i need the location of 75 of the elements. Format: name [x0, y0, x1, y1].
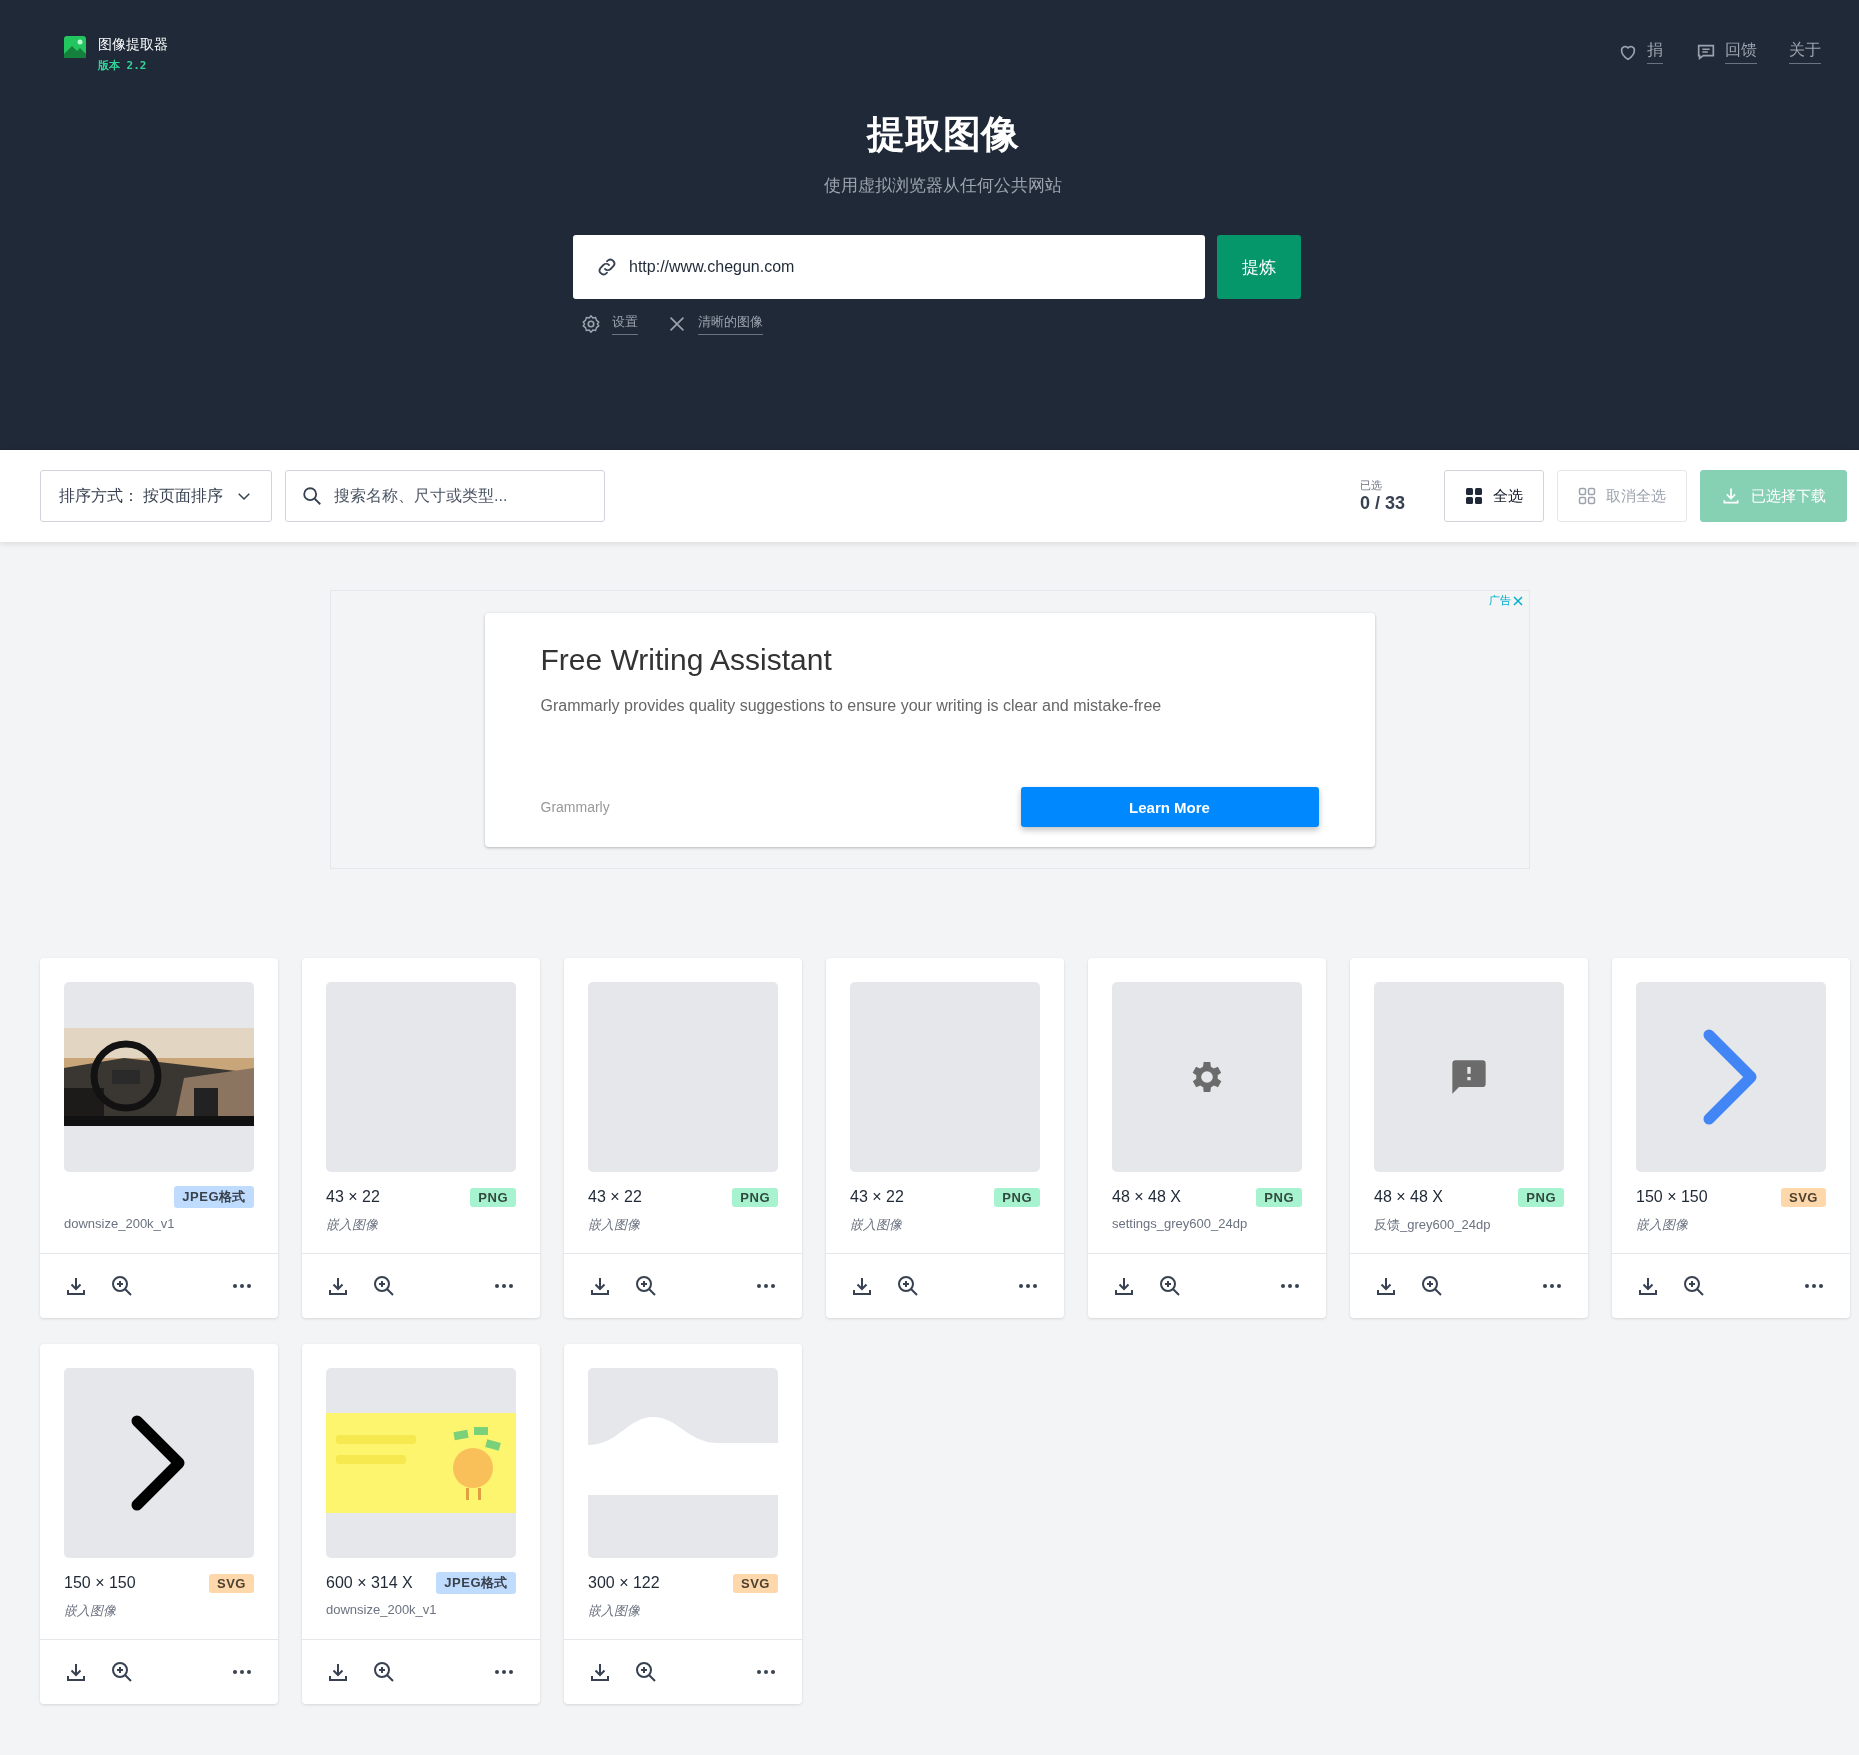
format-badge: JPEG格式	[436, 1572, 516, 1594]
zoom-in-icon[interactable]	[634, 1660, 658, 1684]
zoom-in-icon[interactable]	[1158, 1274, 1182, 1298]
format-badge: SVG	[1781, 1187, 1826, 1207]
sort-dropdown[interactable]: 排序方式： 按页面排序	[40, 470, 272, 522]
format-badge: PNG	[1518, 1187, 1564, 1207]
image-card[interactable]: 43 × 22 PNG 嵌入图像	[826, 958, 1064, 1318]
image-name: 反馈_grey600_24dp	[1374, 1216, 1492, 1234]
image-card[interactable]: 43 × 22 PNG 嵌入图像	[302, 958, 540, 1318]
page-title: 提取图像	[866, 112, 1019, 157]
image-name: downsize_200k_v1	[64, 1216, 176, 1231]
select-all-button[interactable]: 全选	[1444, 470, 1544, 522]
image-name: 嵌入图像	[64, 1602, 117, 1620]
format-badge: PNG	[994, 1187, 1040, 1207]
format-badge: JPEG格式	[174, 1186, 254, 1208]
format-badge: SVG	[209, 1573, 254, 1593]
app-name: 图像提取器	[98, 36, 168, 54]
image-dimensions: 150 × 150	[64, 1574, 136, 1592]
image-dimensions: 600 × 314 X	[326, 1574, 413, 1592]
learn-more-button[interactable]: Learn More	[1020, 787, 1319, 827]
image-card[interactable]: 43 × 22 PNG 嵌入图像	[564, 958, 802, 1318]
format-badge: PNG	[1256, 1187, 1302, 1207]
grid-icon	[1465, 487, 1483, 505]
zoom-in-icon[interactable]	[1420, 1274, 1444, 1298]
image-dimensions: 150 × 150	[1636, 1188, 1708, 1206]
zoom-in-icon[interactable]	[110, 1274, 134, 1298]
zoom-in-icon[interactable]	[110, 1660, 134, 1684]
format-badge: PNG	[732, 1187, 778, 1207]
nav-link[interactable]: 捐	[1647, 40, 1663, 64]
selected-count: 0 / 33	[1359, 493, 1405, 514]
image-card[interactable]: 48 × 48 X PNG 反馈_grey600_24dp	[1350, 958, 1588, 1318]
image-card[interactable]: 300 × 122 SVG 嵌入图像	[564, 1344, 802, 1704]
format-badge: SVG	[733, 1573, 778, 1593]
nav-link[interactable]: 回馈	[1725, 40, 1757, 64]
url-field[interactable]: http://www.chegun.com	[573, 235, 1205, 299]
image-card[interactable]: 150 × 150 SVG 嵌入图像	[1612, 958, 1850, 1318]
option-link[interactable]: 清晰的图像	[697, 313, 763, 335]
image-name: 嵌入图像	[588, 1216, 641, 1234]
image-card[interactable]: JPEG格式 downsize_200k_v1	[40, 958, 278, 1318]
image-card[interactable]: 150 × 150 SVG 嵌入图像	[40, 1344, 278, 1704]
search-icon	[301, 485, 323, 507]
format-badge: PNG	[470, 1187, 516, 1207]
option-link[interactable]: 设置	[611, 313, 638, 335]
image-dimensions: 43 × 22	[850, 1188, 904, 1206]
image-dimensions: 300 × 122	[588, 1574, 660, 1592]
image-dimensions: 43 × 22	[588, 1188, 642, 1206]
ad-description: Grammarly provides quality suggestions to ensure your writing is clear and mistake-free	[540, 697, 1163, 715]
app-version: 版本 2.2	[98, 58, 148, 73]
image-card[interactable]: 48 × 48 X PNG settings_grey600_24dp	[1088, 958, 1326, 1318]
image-name: 嵌入图像	[1636, 1216, 1689, 1234]
image-dimensions: 48 × 48 X	[1112, 1188, 1181, 1206]
page-subtitle: 使用虚拟浏览器从任何公共网站	[823, 175, 1062, 197]
download-icon	[1721, 486, 1741, 506]
zoom-in-icon[interactable]	[896, 1274, 920, 1298]
image-name: downsize_200k_v1	[326, 1602, 438, 1617]
image-icon	[64, 36, 86, 58]
zoom-in-icon[interactable]	[634, 1274, 658, 1298]
zoom-in-icon[interactable]	[1682, 1274, 1706, 1298]
selected-label: 已选	[1359, 478, 1383, 493]
nav-link[interactable]: 关于	[1789, 40, 1821, 64]
image-name: 嵌入图像	[326, 1216, 379, 1234]
grid-outline-icon	[1578, 487, 1596, 505]
ad-label: 广告	[1488, 593, 1511, 608]
advertiser-name: Grammarly	[540, 799, 610, 815]
image-name: 嵌入图像	[850, 1216, 903, 1234]
image-name: settings_grey600_24dp	[1112, 1216, 1249, 1231]
zoom-in-icon[interactable]	[372, 1274, 396, 1298]
image-name: 嵌入图像	[588, 1602, 641, 1620]
image-card[interactable]: 600 × 314 X JPEG格式 downsize_200k_v1	[302, 1344, 540, 1704]
search-field[interactable]: 搜索名称、尺寸或类型...	[285, 470, 605, 522]
zoom-in-icon[interactable]	[372, 1660, 396, 1684]
image-dimensions: 43 × 22	[326, 1188, 380, 1206]
ad-title: Free Writing Assistant	[540, 643, 833, 677]
image-dimensions: 48 × 48 X	[1374, 1188, 1443, 1206]
extract-button[interactable]: 提炼	[1217, 235, 1301, 299]
